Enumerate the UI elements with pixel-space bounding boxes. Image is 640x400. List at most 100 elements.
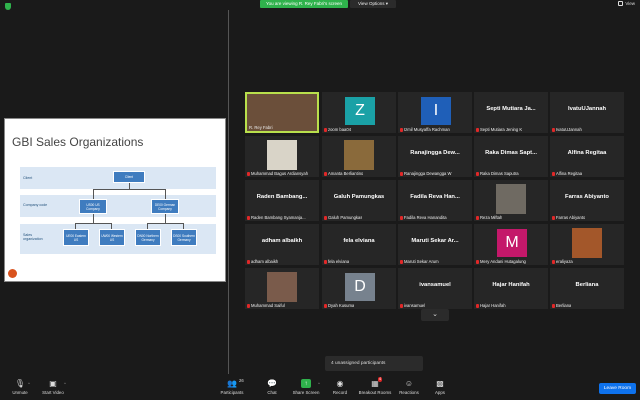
participant-tile[interactable]: M Mery Andani Hutagalung <box>474 224 548 265</box>
participant-tile[interactable]: Zzoom baa04 <box>322 92 396 133</box>
grid-view-icon <box>618 1 624 6</box>
apps-button[interactable]: ▩ Apps <box>420 379 460 395</box>
start-video-button[interactable]: ▣ Start Video <box>33 379 73 395</box>
org-box-sales: DN00 Northern Germany <box>135 229 161 246</box>
record-button[interactable]: ◉ Record <box>320 379 360 395</box>
participant-display-name: Fadila Reva Han... <box>410 194 460 200</box>
view-options-button[interactable]: View Options ▾ <box>350 0 396 8</box>
view-label: View <box>625 1 635 6</box>
org-line <box>93 189 165 190</box>
participant-name: Mery Andani Hutagalung <box>480 259 526 264</box>
participant-name: R. Rey Fabri <box>249 125 273 130</box>
participant-name: Fadila Reva Hanandita <box>404 215 447 220</box>
participant-name: Farras Abiyanto <box>556 215 586 220</box>
record-label: Record <box>332 390 348 395</box>
participant-tile[interactable]: Alfina Regitaa Alfina Regitaa <box>550 136 624 177</box>
participant-tile[interactable]: Galuh Pamungkas Galuh Pamungkas <box>322 180 396 221</box>
participant-tile[interactable]: Muhammad Bagus Ardiansyah <box>245 136 319 177</box>
unassigned-participants[interactable]: 4 unassigned participants <box>325 356 423 371</box>
participants-button[interactable]: 👥 26 Participants <box>212 378 252 395</box>
participant-tile[interactable]: IvatuUJannah IvatuUJannah <box>550 92 624 133</box>
participant-tile[interactable]: Maruti Sekar Ar... Maruti Sekar Arum <box>398 224 472 265</box>
participant-tile[interactable]: Raka Dimas Sapt... Raka Dimas Saputra <box>474 136 548 177</box>
participant-display-name: Farras Abiyanto <box>565 194 609 200</box>
participant-tile[interactable]: Raden Bambang... Raden Bambang Syamanja..… <box>245 180 319 221</box>
camera-off-icon: ▣ <box>49 379 57 388</box>
microphone-muted-icon <box>400 259 403 264</box>
participant-name-label: Muhammad Bagus Ardiansyah <box>247 171 308 176</box>
meeting-toolbar: 🎙 Unmute ^ ▣ Start Video ^ 👥 26 Participa… <box>0 376 640 400</box>
unmute-label: Unmute <box>12 390 28 395</box>
participant-display-name: Raka Dimas Sapt... <box>485 150 537 156</box>
participant-name: Muhammad Saiful <box>251 303 285 308</box>
avatar <box>572 228 602 258</box>
participant-tile[interactable]: Amanta Berliantino <box>322 136 396 177</box>
microphone-muted-icon <box>247 171 250 176</box>
participant-tile[interactable]: R. Rey Fabri <box>245 92 319 133</box>
participants-label: Participants <box>220 390 244 395</box>
participant-tile[interactable]: eraliyaza <box>550 224 624 265</box>
org-box-sales: UE00 Eastern US <box>63 229 89 246</box>
participant-tile[interactable]: fela elviana fela elviana <box>322 224 396 265</box>
participant-tile[interactable]: Muhammad Saiful <box>245 268 319 309</box>
participant-display-name: ivansamuel <box>419 282 451 288</box>
view-button[interactable]: View <box>618 1 635 6</box>
participant-tile[interactable]: Hajar Hanifah Hajar Hanifah <box>474 268 548 309</box>
microphone-muted-icon <box>552 303 555 308</box>
chat-icon: 💬 <box>267 379 277 388</box>
participant-display-name: Hajar Hanifah <box>492 282 530 288</box>
shield-icon[interactable] <box>5 3 11 10</box>
org-line <box>75 223 111 224</box>
microphone-muted-icon <box>247 303 250 308</box>
avatar: I <box>421 97 451 125</box>
participant-tile[interactable]: Berliana Berliana <box>550 268 624 309</box>
participant-name: Dyah Kusuma <box>328 303 355 308</box>
org-line <box>93 214 94 223</box>
participant-name-label: R. Rey Fabri <box>249 125 273 130</box>
participant-tile[interactable]: Reza Miftah <box>474 180 548 221</box>
participant-name: Berliana <box>556 303 572 308</box>
participant-name: Amanta Berliantino <box>328 171 364 176</box>
microphone-muted-icon: 🎙 <box>14 379 26 388</box>
apps-label: Apps <box>434 390 445 395</box>
participant-tile[interactable]: D Dyah Kusuma <box>322 268 396 309</box>
microphone-muted-icon <box>476 259 479 264</box>
participant-tile[interactable]: adham albaikh adham albaikh <box>245 224 319 265</box>
participant-name-label: Muhammad Saiful <box>247 303 285 308</box>
participant-tile[interactable]: Ranajingga Dew... Ranajingga Dewangga W <box>398 136 472 177</box>
participant-name-label: Mery Andani Hutagalung <box>476 259 526 264</box>
viewing-banner: You are viewing R. Rey Fabri's screen <box>260 0 348 8</box>
participant-name-label: Galuh Pamungkas <box>324 215 362 220</box>
breakout-rooms-label: Breakout Rooms <box>358 390 392 395</box>
participant-tile[interactable]: Fadila Reva Han... Fadila Reva Hanandita <box>398 180 472 221</box>
participant-name-label: Maruti Sekar Arum <box>400 259 439 264</box>
chevron-up-icon[interactable]: ^ <box>28 381 30 386</box>
participant-tile[interactable]: Septi Mutiara Ja... Septi Mutiara Jening … <box>474 92 548 133</box>
avatar <box>496 184 526 214</box>
participant-name-label: fela elviana <box>324 259 349 264</box>
participant-name-label: eraliyaza <box>552 259 573 264</box>
participant-name-label: Hajar Hanifah <box>476 303 506 308</box>
participant-name: Ranajingga Dewangga W <box>404 171 452 176</box>
participant-name-label: Farras Abiyanto <box>552 215 585 220</box>
chevron-down-icon[interactable]: ⌄ <box>421 309 449 321</box>
microphone-muted-icon <box>324 259 327 264</box>
apps-icon: ▩ <box>436 379 444 388</box>
microphone-muted-icon <box>400 215 403 220</box>
participant-name-label: Septi Mutiara Jening K <box>476 127 522 132</box>
participant-tile[interactable]: Farras Abiyanto Farras Abiyanto <box>550 180 624 221</box>
org-box-company: US00 US Company <box>79 199 107 214</box>
participant-tile[interactable]: ivansamuel ivansamuel <box>398 268 472 309</box>
participant-name: fela elviana <box>328 259 350 264</box>
chevron-up-icon[interactable]: ^ <box>64 381 66 386</box>
participant-display-name: fela elviana <box>343 238 375 244</box>
microphone-muted-icon <box>247 259 250 264</box>
participant-name: ivansamuel <box>404 303 426 308</box>
participant-tile[interactable]: I Izmil Musyaffa Rachman <box>398 92 472 133</box>
participant-name: zoom baa04 <box>328 127 352 132</box>
leave-room-button[interactable]: Leave Room <box>599 383 636 394</box>
participant-name: Reza Miftah <box>480 215 503 220</box>
split-divider[interactable] <box>228 10 229 374</box>
avatar <box>267 272 297 302</box>
microphone-muted-icon <box>324 215 327 220</box>
